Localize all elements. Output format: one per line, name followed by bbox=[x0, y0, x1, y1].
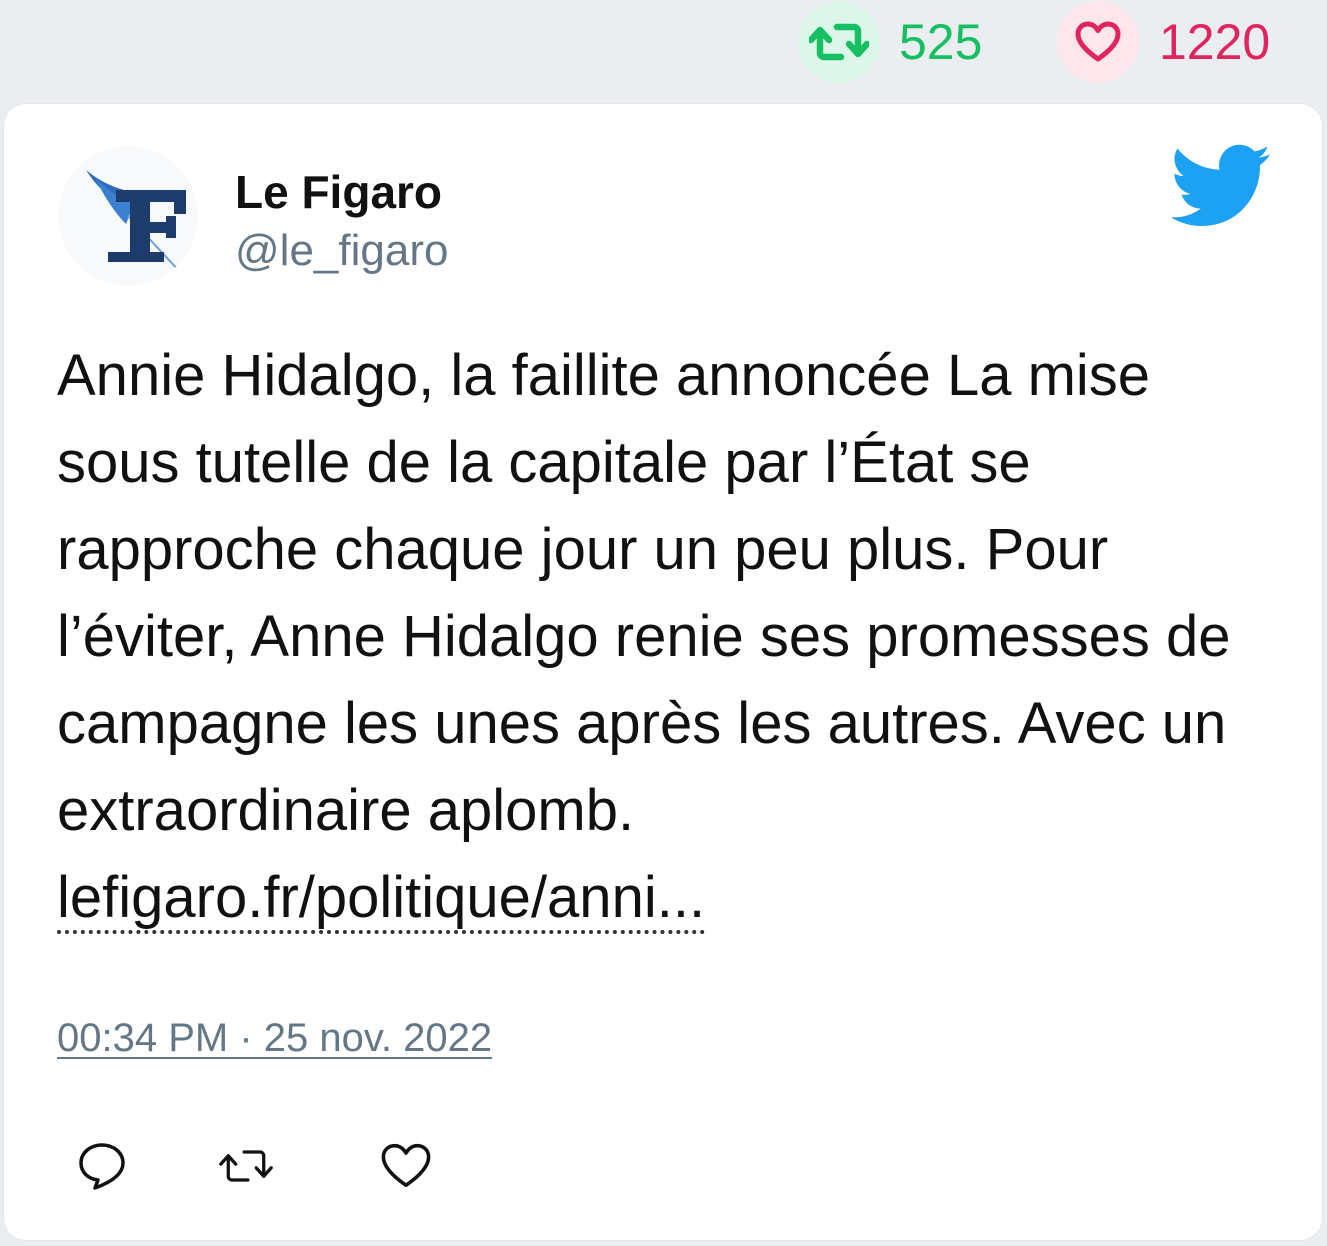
author-name[interactable]: Le Figaro bbox=[235, 166, 442, 219]
tweet-card: Le Figaro @le_figaro Annie Hidalgo, la f… bbox=[4, 104, 1322, 1240]
tweet-link[interactable]: lefigaro.fr/politique/anni... bbox=[57, 865, 706, 934]
retweet-count: 525 bbox=[899, 14, 983, 70]
comment-icon bbox=[79, 1143, 125, 1190]
tweet-body: Annie Hidalgo, la faillite annoncée La m… bbox=[57, 343, 1231, 843]
retweet-icon bbox=[219, 1150, 273, 1182]
le-figaro-logo-icon bbox=[86, 170, 186, 275]
reply-button[interactable] bbox=[74, 1138, 130, 1194]
retweet-stat[interactable]: 525 bbox=[798, 1, 983, 83]
heart-icon bbox=[1057, 1, 1139, 83]
tweet-timestamp[interactable]: 00:34 PM · 25 nov. 2022 bbox=[57, 1016, 492, 1061]
tweet-text: Annie Hidalgo, la faillite annoncée La m… bbox=[57, 332, 1287, 941]
author-handle[interactable]: @le_figaro bbox=[235, 226, 448, 277]
like-button[interactable] bbox=[378, 1138, 434, 1194]
retweet-button[interactable] bbox=[218, 1138, 274, 1194]
author-avatar[interactable] bbox=[58, 146, 198, 286]
like-stat[interactable]: 1220 bbox=[1057, 1, 1271, 83]
engagement-stats: 525 1220 bbox=[0, 0, 1327, 100]
like-count: 1220 bbox=[1159, 14, 1271, 70]
heart-icon bbox=[381, 1143, 431, 1188]
retweet-icon bbox=[798, 1, 880, 83]
twitter-bird-icon[interactable] bbox=[1170, 144, 1272, 228]
